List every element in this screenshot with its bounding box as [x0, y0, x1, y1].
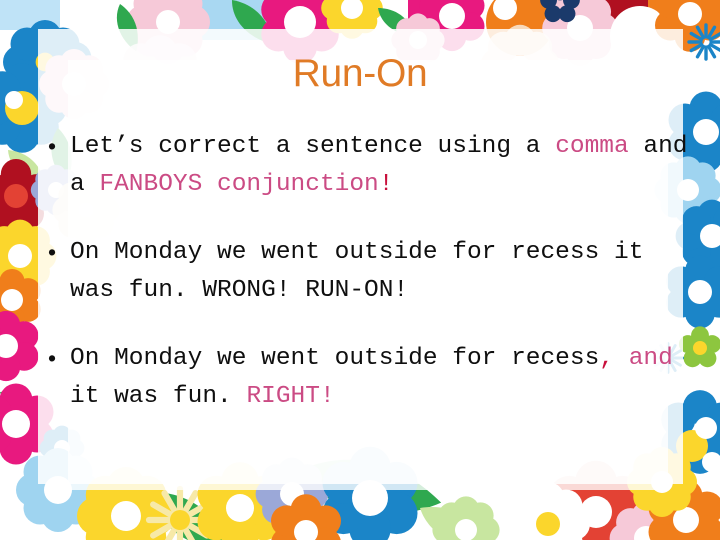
bullet-text: Let’s correct a sentence using a comma a… [70, 128, 690, 203]
slide-body: • Let’s correct a sentence using a comma… [40, 128, 690, 415]
slide-canvas: Run-On • Let’s correct a sentence using … [0, 0, 720, 540]
bullet-marker-icon: • [48, 239, 57, 265]
text-run: RIGHT! [246, 382, 335, 410]
bullet-marker-icon: • [48, 345, 57, 371]
text-run [614, 345, 629, 372]
bullet-text: On Monday we went outside for recess it … [70, 234, 690, 309]
text-run: ! [378, 170, 394, 198]
text-run: comma [555, 133, 629, 160]
bullet-marker-icon: • [48, 133, 57, 159]
bullet-item: • On Monday we went outside for recess i… [40, 234, 690, 309]
text-run: , [599, 345, 614, 372]
text-run: Let’s correct a sentence using a [70, 133, 556, 160]
slide-title: Run-On [292, 52, 428, 95]
bullet-text: On Monday we went outside for recess, an… [70, 340, 690, 415]
text-run: On Monday we went outside for recess [70, 345, 600, 372]
bullet-item: • On Monday we went outside for recess, … [40, 340, 690, 415]
text-run: FANBOYS conjunction [99, 170, 379, 198]
text-run: and [628, 345, 673, 372]
text-run: On Monday we went outside for recess it … [70, 239, 659, 304]
bullet-item: • Let’s correct a sentence using a comma… [40, 128, 690, 203]
